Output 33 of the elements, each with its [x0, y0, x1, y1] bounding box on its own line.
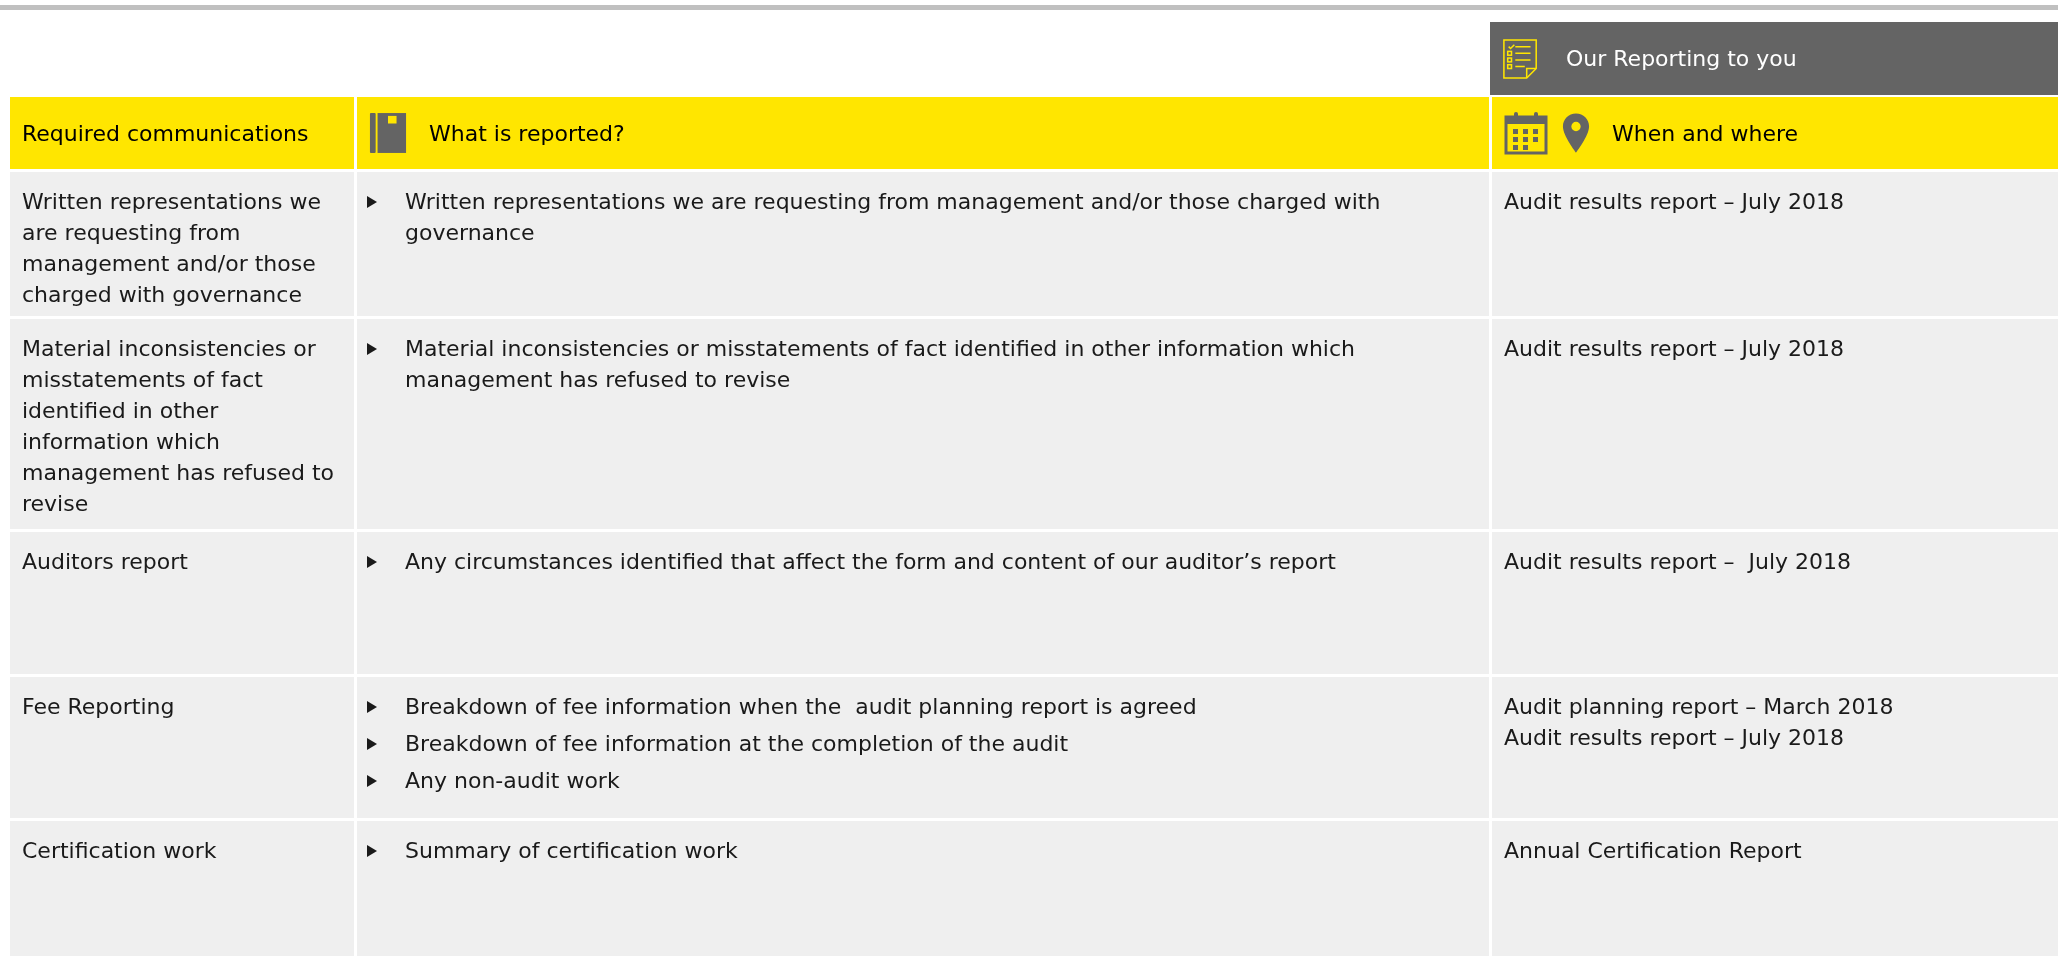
- report-timing: Audit results report – July 2018: [1504, 335, 1845, 363]
- checklist-icon: [1502, 37, 1540, 80]
- reported-item: Summary of certification work: [405, 837, 738, 865]
- bullet-icon: [367, 196, 377, 208]
- location-pin-icon: [1562, 111, 1590, 155]
- bullet-icon: [367, 701, 377, 713]
- communication-text: Material inconsistencies or misstatements of fact identified in other information which management has refused to revise: [22, 335, 336, 518]
- column-header-label: What is reported?: [429, 120, 625, 146]
- bullet-icon: [367, 556, 377, 568]
- bullet-icon: [367, 738, 377, 750]
- report-timing: Audit results report – July 2018: [1504, 188, 1845, 216]
- notebook-icon: [369, 111, 407, 155]
- reported-item: Breakdown of fee information at the completion of the audit: [405, 730, 1069, 758]
- calendar-icon: [1504, 111, 1548, 155]
- communication-text: Auditors report: [22, 548, 188, 576]
- reported-item: Breakdown of fee information when the audit planning report is agreed: [405, 693, 1197, 721]
- bullet-icon: [367, 845, 377, 857]
- report-timing: Audit planning report – March 2018: [1504, 693, 1894, 721]
- bullet-icon: [367, 343, 377, 355]
- reported-item: Written representations we are requesting from management and/or those charged with governance: [405, 188, 1382, 247]
- report-timing: Annual Certification Report: [1504, 837, 1802, 865]
- banner-title: Our Reporting to you: [1566, 46, 1797, 71]
- column-header-label: Required communications: [22, 120, 309, 146]
- communication-text: Fee Reporting: [22, 693, 175, 721]
- reported-item: Any non-audit work: [405, 767, 620, 795]
- reported-item: Any circumstances identified that affect the form and content of our auditor’s report: [405, 548, 1336, 576]
- report-timing: Audit results report – July 2018: [1504, 724, 1845, 752]
- column-header-label: When and where: [1612, 120, 1799, 146]
- reported-item: Material inconsistencies or misstatements of fact identified in other information which management has refused to revise: [405, 335, 1356, 394]
- communication-text: Written representations we are requesting from management and/or those charged with governance: [22, 188, 322, 309]
- report-timing: Audit results report – July 2018: [1504, 548, 1852, 576]
- bullet-icon: [367, 775, 377, 787]
- communication-text: Certification work: [22, 837, 217, 865]
